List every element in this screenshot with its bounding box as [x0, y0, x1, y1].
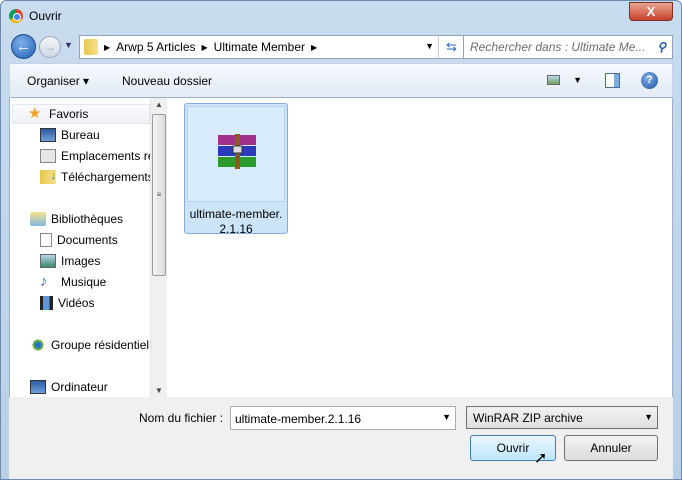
scroll-down-arrow[interactable]: ▼ — [155, 386, 163, 395]
change-view-icon[interactable] — [547, 75, 560, 85]
navigation-bar: ← → ▼ ▶ Arwp 5 Articles ▶ Ultimate Membe… — [9, 34, 673, 60]
open-dialog: Ouvrir X ← → ▼ ▶ Arwp 5 Articles ▶ Ultim… — [0, 0, 682, 480]
sidebar-item-label: Bibliothèques — [51, 212, 124, 226]
sidebar-item-videos[interactable]: Vidéos — [40, 296, 94, 310]
computer-icon — [30, 380, 46, 394]
filename-label: Nom du fichier : — [139, 411, 224, 425]
address-bar[interactable]: ▶ Arwp 5 Articles ▶ Ultimate Member ▶ ▼ … — [79, 35, 465, 59]
sidebar-item-label: Images — [61, 254, 101, 268]
file-name: ultimate-member.2.1.16 — [189, 207, 283, 236]
back-button[interactable]: ← — [11, 34, 36, 59]
sidebar-item-favorites[interactable]: ★ Favoris — [28, 105, 89, 122]
sidebar-item-music[interactable]: ♪ Musique — [40, 273, 107, 290]
navigation-pane: ★ Favoris Bureau Emplacements ré ↓ Télécha… — [10, 98, 150, 397]
breadcrumb-item[interactable]: Arwp 5 Articles — [116, 40, 195, 54]
chrome-icon — [9, 9, 23, 23]
filetype-select[interactable]: WinRAR ZIP archive ▼ — [466, 406, 658, 429]
chevron-right-icon[interactable]: ▶ — [311, 43, 317, 52]
file-thumbnail — [187, 106, 285, 202]
toolbar: Organiser ▾ Nouveau dossier ▼ ? — [9, 63, 673, 98]
content-area: ★ Favoris Bureau Emplacements ré ↓ Télécha… — [9, 98, 673, 397]
downloads-icon: ↓ — [40, 170, 56, 184]
sidebar-item-downloads[interactable]: ↓ Téléchargements — [40, 170, 150, 184]
sidebar-scrollbar[interactable]: ▲ ≡ ▼ — [150, 98, 167, 397]
sidebar-item-label: Téléchargements — [61, 170, 150, 184]
recent-pages-dropdown[interactable]: ▼ — [64, 40, 73, 50]
homegroup-icon — [30, 338, 46, 352]
file-list: ultimate-member.2.1.16 — [170, 98, 672, 397]
scroll-up-arrow[interactable]: ▲ — [155, 100, 163, 109]
sidebar-item-label: Musique — [61, 275, 107, 289]
forward-button[interactable]: → — [39, 36, 61, 58]
sidebar-item-label: Bureau — [61, 128, 100, 142]
filetype-value: WinRAR ZIP archive — [473, 411, 583, 425]
search-icon[interactable]: ⚲ — [657, 40, 666, 54]
desktop-icon — [40, 128, 56, 142]
breadcrumb-item[interactable]: Ultimate Member — [214, 40, 305, 54]
sidebar-item-libraries[interactable]: Bibliothèques — [30, 212, 123, 226]
new-folder-button[interactable]: Nouveau dossier — [122, 74, 212, 88]
music-icon: ♪ — [40, 273, 48, 290]
scrollbar-thumb[interactable]: ≡ — [152, 114, 166, 276]
sidebar-item-recent-places[interactable]: Emplacements ré — [40, 149, 150, 163]
chevron-right-icon[interactable]: ▶ — [202, 43, 208, 52]
preview-pane-button[interactable] — [605, 73, 620, 88]
close-button[interactable]: X — [629, 2, 673, 21]
star-icon: ★ — [28, 105, 42, 122]
sidebar-item-label: Vidéos — [58, 296, 95, 310]
help-button[interactable]: ? — [641, 72, 658, 89]
window-title: Ouvrir — [29, 9, 62, 23]
address-dropdown[interactable]: ▼ — [425, 41, 434, 51]
refresh-button[interactable]: ⇆ — [438, 36, 464, 58]
videos-icon — [40, 296, 53, 310]
cancel-button[interactable]: Annuler — [564, 435, 658, 461]
sidebar-item-label: Documents — [57, 233, 118, 247]
search-placeholder: Rechercher dans : Ultimate Me... — [470, 40, 646, 54]
sidebar-item-computer[interactable]: Ordinateur — [30, 380, 108, 394]
images-icon — [40, 254, 56, 268]
chevron-down-icon[interactable]: ▼ — [644, 412, 653, 422]
view-dropdown[interactable]: ▼ — [573, 75, 582, 85]
mouse-cursor-icon: ➚ — [534, 450, 548, 467]
folder-icon — [84, 39, 98, 55]
filename-input[interactable]: ultimate-member.2.1.16 ▼ — [230, 406, 456, 430]
sidebar-item-documents[interactable]: Documents — [40, 233, 118, 247]
file-item[interactable]: ultimate-member.2.1.16 — [184, 103, 288, 236]
chevron-right-icon[interactable]: ▶ — [104, 43, 110, 52]
sidebar-item-label: Ordinateur — [51, 380, 108, 394]
sidebar-item-label: Emplacements ré — [61, 149, 150, 163]
documents-icon — [40, 233, 52, 247]
recent-places-icon — [40, 149, 56, 163]
organize-button[interactable]: Organiser ▾ — [27, 74, 89, 88]
sidebar-item-images[interactable]: Images — [40, 254, 100, 268]
libraries-icon — [30, 212, 46, 226]
dialog-footer: Nom du fichier : ultimate-member.2.1.16 … — [9, 397, 673, 479]
title-bar: Ouvrir — [9, 7, 62, 25]
sidebar-item-label: Favoris — [49, 107, 89, 121]
search-input[interactable]: Rechercher dans : Ultimate Me... ⚲ — [463, 35, 673, 59]
sidebar-item-homegroup[interactable]: Groupe résidentiel — [30, 338, 149, 352]
sidebar-item-label: Groupe résidentiel — [51, 338, 150, 352]
filename-dropdown[interactable]: ▼ — [442, 412, 451, 422]
sidebar-item-desktop[interactable]: Bureau — [40, 128, 100, 142]
winrar-archive-icon — [218, 134, 256, 169]
filename-value: ultimate-member.2.1.16 — [235, 412, 362, 426]
